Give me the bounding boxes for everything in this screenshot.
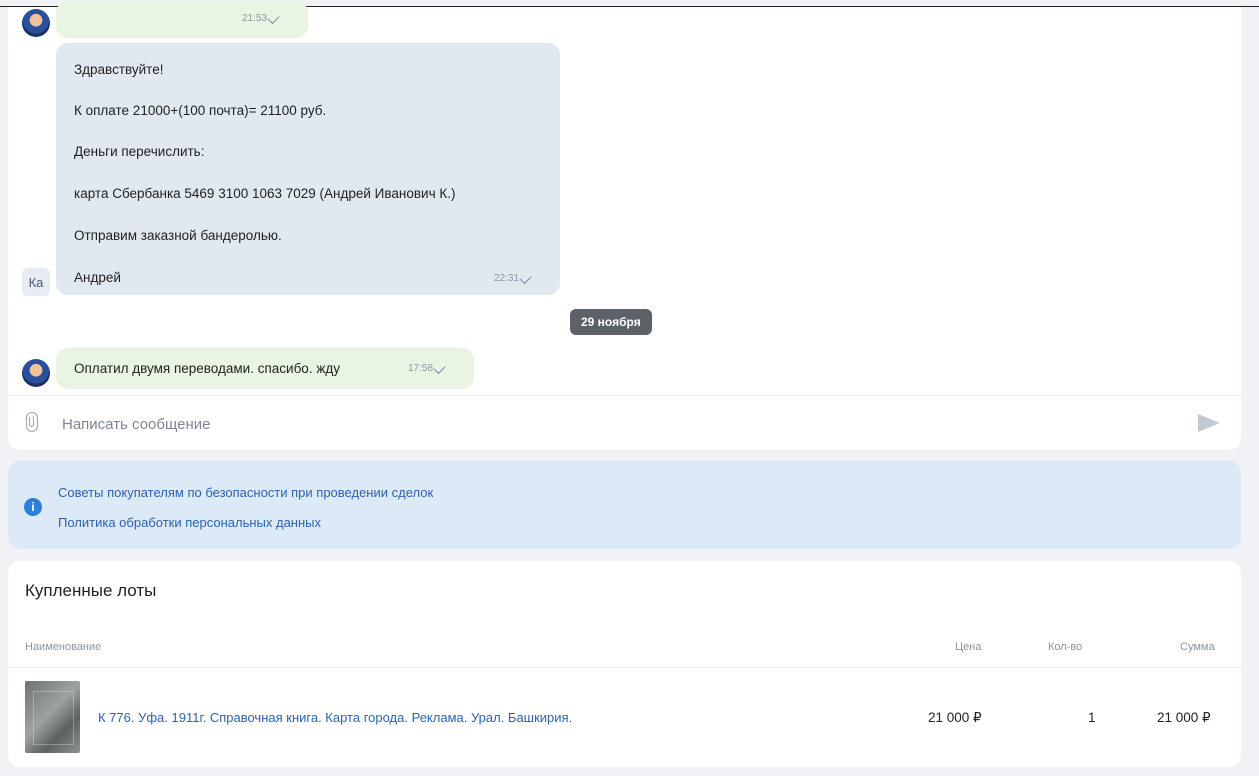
lot-price: 21 000 ₽ — [928, 710, 982, 725]
table-divider — [8, 667, 1241, 668]
info-icon: i — [24, 498, 42, 516]
sender-avatar[interactable]: Ка — [22, 268, 50, 296]
message-bubble-incoming: Здравствуйте! К оплате 21000+(100 почта)… — [56, 43, 560, 295]
message-line: Оплатил двумя переводами. спасибо. жду — [74, 361, 340, 376]
privacy-policy-link[interactable]: Политика обработки персональных данных — [58, 515, 321, 530]
user-avatar[interactable] — [22, 9, 50, 37]
read-check-icon — [519, 271, 532, 284]
message-bubble-outgoing: Оплатил двумя переводами. спасибо. жду 1… — [56, 348, 474, 389]
column-header-qty: Кол-во — [1048, 641, 1083, 653]
message-line: Деньги перечислить: — [74, 144, 205, 159]
column-header-sum: Сумма — [1180, 641, 1215, 653]
chat-panel: 21:53 Здравствуйте! К оплате 21000+(100 … — [8, 1, 1241, 451]
message-line: карта Сбербанка 5469 3100 1063 7029 (Анд… — [74, 186, 456, 201]
column-header-name: Наименование — [25, 641, 102, 653]
purchased-lots-panel: Купленные лоты Наименование Цена Кол-во … — [8, 561, 1241, 767]
user-avatar[interactable] — [22, 359, 50, 387]
message-line: Андрей — [74, 270, 121, 285]
safety-tips-link[interactable]: Советы покупателям по безопасности при п… — [58, 485, 433, 500]
message-time: 22:31 — [494, 271, 532, 284]
read-check-icon — [433, 361, 446, 374]
info-panel: i Советы покупателям по безопасности при… — [8, 461, 1241, 549]
column-header-price: Цена — [955, 641, 982, 653]
message-bubble-outgoing: 21:53 — [56, 1, 308, 38]
message-input[interactable] — [60, 410, 1164, 438]
section-title: Купленные лоты — [25, 581, 157, 600]
lot-quantity: 1 — [1088, 710, 1096, 725]
lot-thumbnail[interactable] — [25, 681, 80, 753]
message-time: 21:53 — [242, 11, 280, 24]
read-check-icon — [267, 11, 280, 24]
send-icon[interactable] — [1198, 414, 1220, 432]
paperclip-icon[interactable] — [26, 412, 38, 432]
message-line: К оплате 21000+(100 почта)= 21100 руб. — [74, 103, 327, 118]
lot-title-link[interactable]: К 776. Уфа. 1911г. Справочная книга. Кар… — [98, 710, 572, 725]
lot-sum: 21 000 ₽ — [1157, 710, 1211, 725]
message-composer — [8, 395, 1241, 451]
message-line: Здравствуйте! — [74, 62, 164, 77]
date-divider: 29 ноября — [570, 309, 652, 335]
message-line: Отправим заказной бандеролью. — [74, 228, 282, 243]
message-time: 17:58 — [408, 361, 446, 374]
